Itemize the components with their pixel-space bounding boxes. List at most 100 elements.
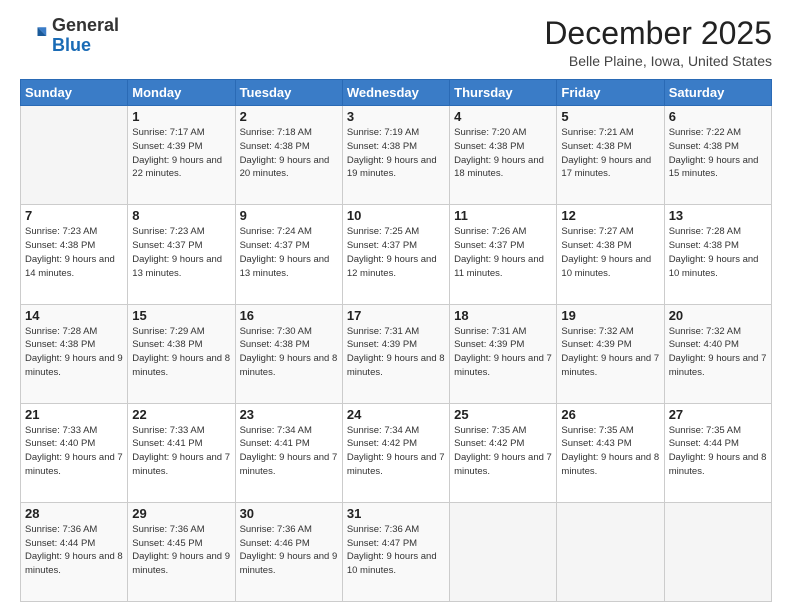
day-cell: 27Sunrise: 7:35 AM Sunset: 4:44 PM Dayli… <box>664 403 771 502</box>
day-number: 21 <box>25 407 123 422</box>
day-cell: 3 Sunrise: 7:19 AM Sunset: 4:38 PM Daylig… <box>342 106 449 205</box>
logo: General Blue <box>20 16 119 56</box>
day-number: 2 <box>240 109 338 124</box>
day-info: Sunrise: 7:33 AM Sunset: 4:40 PM Dayligh… <box>25 424 123 479</box>
day-number: 6 <box>669 109 767 124</box>
day-number: 4 <box>454 109 552 124</box>
day-number: 31 <box>347 506 445 521</box>
week-row-5: 28 Sunrise: 7:36 AM Sunset: 4:44 PM Dayli… <box>21 502 772 601</box>
logo-blue: Blue <box>52 35 91 55</box>
day-number: 9 <box>240 208 338 223</box>
day-info: Sunrise: 7:34 AM Sunset: 4:41 PM Dayligh… <box>240 424 338 479</box>
day-number: 14 <box>25 308 123 323</box>
day-info: Sunrise: 7:36 AM Sunset: 4:47 PM Dayligh… <box>347 523 445 578</box>
day-cell: 9Sunrise: 7:24 AM Sunset: 4:37 PM Daylig… <box>235 205 342 304</box>
col-friday: Friday <box>557 80 664 106</box>
day-number: 24 <box>347 407 445 422</box>
day-cell: 24Sunrise: 7:34 AM Sunset: 4:42 PM Dayli… <box>342 403 449 502</box>
day-info: Sunrise: 7:18 AM Sunset: 4:38 PM Dayligh… <box>240 126 338 181</box>
calendar-header-row: Sunday Monday Tuesday Wednesday Thursday… <box>21 80 772 106</box>
day-cell <box>450 502 557 601</box>
day-number: 10 <box>347 208 445 223</box>
title-block: December 2025 Belle Plaine, Iowa, United… <box>544 16 772 69</box>
day-cell: 31 Sunrise: 7:36 AM Sunset: 4:47 PM Dayli… <box>342 502 449 601</box>
day-info: Sunrise: 7:19 AM Sunset: 4:38 PM Dayligh… <box>347 126 445 181</box>
day-number: 7 <box>25 208 123 223</box>
week-row-1: 1 Sunrise: 7:17 AM Sunset: 4:39 PM Daylig… <box>21 106 772 205</box>
day-cell <box>557 502 664 601</box>
col-tuesday: Tuesday <box>235 80 342 106</box>
day-cell: 12Sunrise: 7:27 AM Sunset: 4:38 PM Dayli… <box>557 205 664 304</box>
day-number: 11 <box>454 208 552 223</box>
day-info: Sunrise: 7:35 AM Sunset: 4:43 PM Dayligh… <box>561 424 659 479</box>
col-monday: Monday <box>128 80 235 106</box>
day-info: Sunrise: 7:29 AM Sunset: 4:38 PM Dayligh… <box>132 325 230 380</box>
day-cell: 11Sunrise: 7:26 AM Sunset: 4:37 PM Dayli… <box>450 205 557 304</box>
day-number: 16 <box>240 308 338 323</box>
day-number: 29 <box>132 506 230 521</box>
week-row-3: 14 Sunrise: 7:28 AM Sunset: 4:38 PM Dayli… <box>21 304 772 403</box>
col-thursday: Thursday <box>450 80 557 106</box>
day-info: Sunrise: 7:28 AM Sunset: 4:38 PM Dayligh… <box>669 225 767 280</box>
day-number: 28 <box>25 506 123 521</box>
day-info: Sunrise: 7:22 AM Sunset: 4:38 PM Dayligh… <box>669 126 767 181</box>
day-cell: 13Sunrise: 7:28 AM Sunset: 4:38 PM Dayli… <box>664 205 771 304</box>
day-number: 5 <box>561 109 659 124</box>
logo-icon <box>20 22 48 50</box>
day-cell: 6 Sunrise: 7:22 AM Sunset: 4:38 PM Daylig… <box>664 106 771 205</box>
day-number: 19 <box>561 308 659 323</box>
day-number: 15 <box>132 308 230 323</box>
day-number: 12 <box>561 208 659 223</box>
day-cell: 21 Sunrise: 7:33 AM Sunset: 4:40 PM Dayli… <box>21 403 128 502</box>
col-wednesday: Wednesday <box>342 80 449 106</box>
day-cell: 14 Sunrise: 7:28 AM Sunset: 4:38 PM Dayli… <box>21 304 128 403</box>
day-cell: 18Sunrise: 7:31 AM Sunset: 4:39 PM Dayli… <box>450 304 557 403</box>
day-cell: 8Sunrise: 7:23 AM Sunset: 4:37 PM Daylig… <box>128 205 235 304</box>
day-number: 20 <box>669 308 767 323</box>
col-saturday: Saturday <box>664 80 771 106</box>
day-number: 17 <box>347 308 445 323</box>
header: General Blue December 2025 Belle Plaine,… <box>20 16 772 69</box>
day-info: Sunrise: 7:20 AM Sunset: 4:38 PM Dayligh… <box>454 126 552 181</box>
day-info: Sunrise: 7:21 AM Sunset: 4:38 PM Dayligh… <box>561 126 659 181</box>
day-number: 22 <box>132 407 230 422</box>
day-number: 8 <box>132 208 230 223</box>
day-info: Sunrise: 7:36 AM Sunset: 4:45 PM Dayligh… <box>132 523 230 578</box>
day-info: Sunrise: 7:28 AM Sunset: 4:38 PM Dayligh… <box>25 325 123 380</box>
day-number: 1 <box>132 109 230 124</box>
week-row-4: 21 Sunrise: 7:33 AM Sunset: 4:40 PM Dayli… <box>21 403 772 502</box>
day-cell: 7Sunrise: 7:23 AM Sunset: 4:38 PM Daylig… <box>21 205 128 304</box>
day-cell: 15 Sunrise: 7:29 AM Sunset: 4:38 PM Dayli… <box>128 304 235 403</box>
day-cell: 19 Sunrise: 7:32 AM Sunset: 4:39 PM Dayli… <box>557 304 664 403</box>
day-number: 18 <box>454 308 552 323</box>
day-info: Sunrise: 7:35 AM Sunset: 4:42 PM Dayligh… <box>454 424 552 479</box>
day-info: Sunrise: 7:32 AM Sunset: 4:39 PM Dayligh… <box>561 325 659 380</box>
day-info: Sunrise: 7:30 AM Sunset: 4:38 PM Dayligh… <box>240 325 338 380</box>
day-cell: 17 Sunrise: 7:31 AM Sunset: 4:39 PM Dayli… <box>342 304 449 403</box>
month-title: December 2025 <box>544 16 772 51</box>
day-cell: 16 Sunrise: 7:30 AM Sunset: 4:38 PM Dayli… <box>235 304 342 403</box>
location-subtitle: Belle Plaine, Iowa, United States <box>544 53 772 69</box>
day-cell: 29 Sunrise: 7:36 AM Sunset: 4:45 PM Dayli… <box>128 502 235 601</box>
day-info: Sunrise: 7:36 AM Sunset: 4:44 PM Dayligh… <box>25 523 123 578</box>
day-number: 25 <box>454 407 552 422</box>
page: General Blue December 2025 Belle Plaine,… <box>0 0 792 612</box>
day-info: Sunrise: 7:31 AM Sunset: 4:39 PM Dayligh… <box>347 325 445 380</box>
day-info: Sunrise: 7:32 AM Sunset: 4:40 PM Dayligh… <box>669 325 767 380</box>
day-cell <box>664 502 771 601</box>
logo-text: General Blue <box>52 16 119 56</box>
day-number: 23 <box>240 407 338 422</box>
day-cell: 20 Sunrise: 7:32 AM Sunset: 4:40 PM Dayli… <box>664 304 771 403</box>
day-info: Sunrise: 7:33 AM Sunset: 4:41 PM Dayligh… <box>132 424 230 479</box>
day-cell: 1 Sunrise: 7:17 AM Sunset: 4:39 PM Daylig… <box>128 106 235 205</box>
day-info: Sunrise: 7:36 AM Sunset: 4:46 PM Dayligh… <box>240 523 338 578</box>
day-number: 30 <box>240 506 338 521</box>
day-number: 26 <box>561 407 659 422</box>
week-row-2: 7Sunrise: 7:23 AM Sunset: 4:38 PM Daylig… <box>21 205 772 304</box>
day-number: 3 <box>347 109 445 124</box>
day-cell: 4 Sunrise: 7:20 AM Sunset: 4:38 PM Daylig… <box>450 106 557 205</box>
day-cell: 30 Sunrise: 7:36 AM Sunset: 4:46 PM Dayli… <box>235 502 342 601</box>
day-info: Sunrise: 7:17 AM Sunset: 4:39 PM Dayligh… <box>132 126 230 181</box>
day-cell: 22 Sunrise: 7:33 AM Sunset: 4:41 PM Dayli… <box>128 403 235 502</box>
day-cell <box>21 106 128 205</box>
